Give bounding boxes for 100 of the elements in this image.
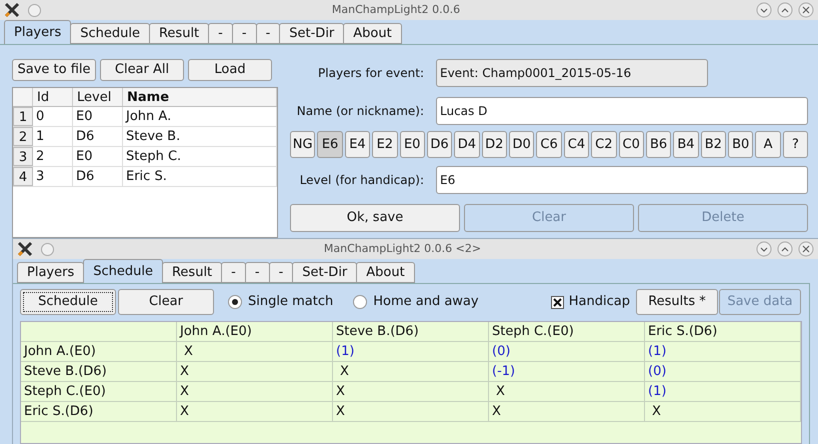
tab[interactable]: About xyxy=(343,23,402,44)
table-cell: Eric S. xyxy=(123,167,277,186)
table-cell: X xyxy=(336,404,345,419)
table-cell: (1) xyxy=(648,344,666,359)
table-cell: X xyxy=(180,364,189,379)
minimize-icon[interactable] xyxy=(756,2,772,18)
level-button[interactable]: C4 xyxy=(564,131,590,158)
minimize-icon[interactable] xyxy=(756,241,772,257)
column-header[interactable]: Level xyxy=(73,88,123,106)
row-header: John A.(E0) xyxy=(21,342,177,361)
row-header: Eric S.(D6) xyxy=(21,402,177,421)
schedule-button[interactable]: Clear xyxy=(118,289,214,315)
level-button[interactable]: A xyxy=(755,131,781,158)
maximize-icon[interactable] xyxy=(777,2,793,18)
tab[interactable]: - xyxy=(232,23,257,44)
tab[interactable]: Players xyxy=(17,262,84,283)
field-label: Name (or nickname): xyxy=(296,103,425,120)
column-header[interactable]: Name xyxy=(123,88,277,106)
level-button[interactable]: E2 xyxy=(372,131,398,158)
level-button[interactable]: B2 xyxy=(700,131,726,158)
tab[interactable]: Result xyxy=(148,23,210,44)
table-cell: (0) xyxy=(492,344,510,359)
field-label: Players for event: xyxy=(317,65,425,82)
schedule-button[interactable]: Schedule xyxy=(20,289,116,315)
row-header: Steve B.(D6) xyxy=(21,362,177,381)
field-label: Level (for handicap): xyxy=(298,172,425,189)
tab[interactable]: - xyxy=(268,262,294,283)
tab[interactable]: - xyxy=(256,23,280,44)
maximize-icon[interactable] xyxy=(777,241,793,257)
column-header: Eric S.(D6) xyxy=(645,322,801,341)
close-icon[interactable] xyxy=(798,2,814,18)
table-cell: X xyxy=(492,404,501,419)
table-cell: D6 xyxy=(73,127,123,146)
radio-label: Home and away xyxy=(373,293,479,312)
level-button[interactable]: B4 xyxy=(673,131,699,158)
level-button[interactable]: E6 xyxy=(317,131,343,158)
level-button[interactable]: NG xyxy=(290,131,316,158)
table-cell: E0 xyxy=(73,107,123,126)
table-cell: John A. xyxy=(123,107,277,126)
tab[interactable]: Result xyxy=(162,262,222,283)
column-header[interactable]: Id xyxy=(33,88,73,106)
level-button[interactable]: B6 xyxy=(646,131,672,158)
table-cell-text: X xyxy=(339,364,349,379)
tab[interactable]: Schedule xyxy=(70,23,150,44)
tab[interactable]: - xyxy=(221,262,246,283)
level-button[interactable]: E4 xyxy=(344,131,370,158)
table-cell: 0 xyxy=(33,107,73,126)
checkbox[interactable] xyxy=(550,296,564,308)
tab[interactable]: Set-Dir xyxy=(279,23,344,44)
level-button[interactable]: B0 xyxy=(728,131,754,158)
row-number[interactable]: 2 xyxy=(13,127,33,146)
level-button[interactable]: D2 xyxy=(482,131,507,158)
table-cell: (-1) xyxy=(492,364,516,379)
column-header: Steve B.(D6) xyxy=(333,322,489,341)
level-button[interactable]: D6 xyxy=(426,131,452,158)
app-logo-icon xyxy=(17,241,33,257)
table-cell: (1) xyxy=(336,344,354,359)
tab[interactable]: Set-Dir xyxy=(292,262,358,283)
event-field: Event: Champ0001_2015-05-16 xyxy=(436,59,708,87)
table-cell: Steve B. xyxy=(123,127,277,146)
toolbar-button[interactable]: Save to file xyxy=(12,59,96,81)
radio-label: Single match xyxy=(248,293,334,312)
table-cell: D6 xyxy=(73,167,123,186)
table-cell-text: X xyxy=(651,404,661,419)
window-title: ManChampLight2 0.0.6 <2> xyxy=(322,240,482,257)
tab[interactable]: - xyxy=(208,23,233,44)
table-cell-text: X xyxy=(183,344,193,359)
level-button[interactable]: D4 xyxy=(454,131,480,158)
tab[interactable]: About xyxy=(356,262,415,283)
level-button[interactable]: C0 xyxy=(618,131,644,158)
level-button[interactable]: D0 xyxy=(509,131,534,158)
name-field[interactable]: Lucas D xyxy=(436,97,808,125)
column-header: John A.(E0) xyxy=(177,322,333,341)
column-header: Steph C.(E0) xyxy=(489,322,645,341)
checkbox-label: Handicap xyxy=(568,293,630,312)
close-icon[interactable] xyxy=(798,241,814,257)
table-cell: (1) xyxy=(648,384,666,399)
level-button[interactable]: C2 xyxy=(591,131,616,158)
tab[interactable]: Players xyxy=(4,20,72,44)
toolbar-button[interactable]: Load xyxy=(188,59,272,81)
toolbar-button[interactable]: Clear All xyxy=(100,59,184,81)
level-button[interactable]: ? xyxy=(782,131,808,158)
level-button[interactable]: E0 xyxy=(400,131,425,158)
table-cell: (0) xyxy=(648,364,666,379)
result-button[interactable]: Results * xyxy=(636,289,718,315)
level-field[interactable]: E6 xyxy=(436,166,808,194)
row-number[interactable]: 3 xyxy=(13,147,33,166)
app-logo-icon xyxy=(4,2,20,18)
action-button[interactable]: Ok, save xyxy=(290,204,460,232)
row-number[interactable]: 1 xyxy=(13,107,33,126)
row-number[interactable]: 4 xyxy=(13,167,33,186)
radio-button[interactable] xyxy=(353,295,368,309)
radio-button[interactable] xyxy=(228,295,242,309)
table-cell-text: X xyxy=(495,384,505,399)
row-header: Steph C.(E0) xyxy=(21,382,177,401)
table-cell: X xyxy=(180,384,189,399)
table-cell: E0 xyxy=(73,147,123,166)
tab[interactable]: - xyxy=(244,262,270,283)
table-cell: 2 xyxy=(33,147,73,166)
level-button[interactable]: C6 xyxy=(536,131,562,158)
